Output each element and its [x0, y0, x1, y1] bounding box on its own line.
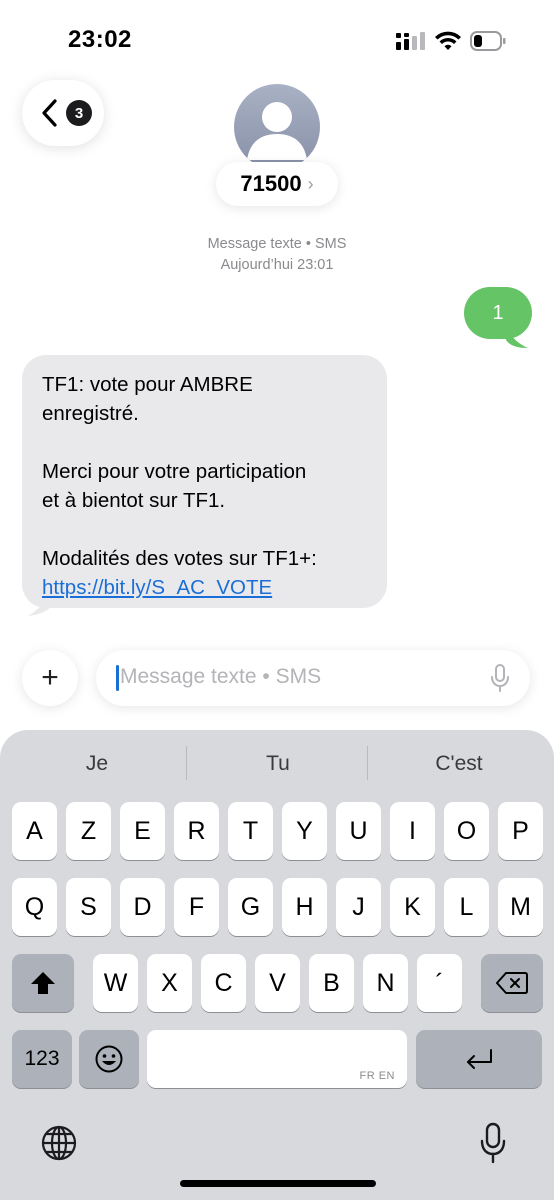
- chevron-right-icon: ›: [307, 173, 314, 194]
- message-line: et à bientot sur TF1.: [42, 489, 226, 512]
- key[interactable]: A: [12, 802, 57, 860]
- conversation-service-label: Message texte • SMS: [207, 236, 347, 252]
- text-caret: [116, 665, 119, 691]
- contact-name: 71500: [240, 171, 302, 196]
- unread-count-badge: 3: [66, 100, 92, 126]
- key[interactable]: W: [93, 954, 138, 1012]
- battery-icon: [470, 31, 506, 51]
- vote-link[interactable]: https://bit.ly/S_AC_VOTE: [42, 576, 272, 599]
- shift-icon: [31, 972, 55, 994]
- home-indicator[interactable]: [180, 1180, 376, 1187]
- back-button[interactable]: 3: [22, 80, 104, 146]
- key[interactable]: M: [498, 878, 543, 936]
- chevron-left-icon: [42, 99, 57, 127]
- message-line: TF1: vote pour AMBRE: [42, 373, 253, 396]
- key[interactable]: R: [174, 802, 219, 860]
- received-message-bubble[interactable]: TF1: vote pour AMBRE enregistré. Merci p…: [22, 355, 387, 608]
- key[interactable]: G: [228, 878, 273, 936]
- message-line: enregistré.: [42, 402, 139, 425]
- key[interactable]: D: [120, 878, 165, 936]
- key[interactable]: V: [255, 954, 300, 1012]
- key[interactable]: Q: [12, 878, 57, 936]
- shift-key[interactable]: [12, 954, 74, 1012]
- key[interactable]: J: [336, 878, 381, 936]
- key[interactable]: U: [336, 802, 381, 860]
- key[interactable]: I: [390, 802, 435, 860]
- message-line: Modalités des votes sur TF1+:: [42, 547, 317, 570]
- delete-key[interactable]: [481, 954, 543, 1012]
- globe-icon[interactable]: [40, 1124, 78, 1162]
- person-silhouette-icon: [247, 102, 307, 160]
- emoji-key[interactable]: [79, 1030, 139, 1088]
- key[interactable]: P: [498, 802, 543, 860]
- key[interactable]: Y: [282, 802, 327, 860]
- cellular-signal-icon: [396, 32, 425, 50]
- key[interactable]: L: [444, 878, 489, 936]
- message-input-placeholder: Message texte • SMS: [120, 665, 322, 688]
- key[interactable]: S: [66, 878, 111, 936]
- sent-message-bubble[interactable]: 1: [464, 287, 532, 339]
- return-icon: [467, 1049, 492, 1069]
- suggestion-3[interactable]: C'est: [367, 752, 551, 776]
- contact-name-button[interactable]: 71500 ›: [216, 162, 338, 206]
- message-line: Merci pour votre participation: [42, 460, 307, 483]
- return-key[interactable]: [416, 1030, 542, 1088]
- suggestion-1[interactable]: Je: [5, 752, 189, 776]
- key[interactable]: O: [444, 802, 489, 860]
- key[interactable]: X: [147, 954, 192, 1012]
- accent-key[interactable]: ´: [417, 954, 462, 1012]
- key[interactable]: F: [174, 878, 219, 936]
- wifi-icon: [435, 31, 461, 50]
- keyboard: Je Tu C'est A Z E R T Y U I O P Q S D F …: [0, 730, 554, 1200]
- key[interactable]: T: [228, 802, 273, 860]
- emoji-icon: [95, 1045, 123, 1073]
- key[interactable]: H: [282, 878, 327, 936]
- delete-icon: [496, 972, 528, 994]
- key[interactable]: Z: [66, 802, 111, 860]
- suggestion-2[interactable]: Tu: [186, 752, 370, 776]
- keyboard-language-label: FR EN: [359, 1070, 395, 1082]
- numbers-key[interactable]: 123: [12, 1030, 72, 1088]
- dictation-mic-icon[interactable]: [490, 664, 510, 692]
- key[interactable]: E: [120, 802, 165, 860]
- key[interactable]: B: [309, 954, 354, 1012]
- key[interactable]: K: [390, 878, 435, 936]
- space-key[interactable]: FR EN: [147, 1030, 407, 1088]
- key[interactable]: C: [201, 954, 246, 1012]
- status-time: 23:02: [68, 26, 132, 53]
- contact-avatar[interactable]: [234, 84, 320, 170]
- add-attachment-button[interactable]: +: [22, 650, 78, 706]
- message-input[interactable]: Message texte • SMS: [96, 650, 530, 706]
- key[interactable]: N: [363, 954, 408, 1012]
- conversation-timestamp: Aujourd’hui 23:01: [220, 257, 334, 273]
- dictation-mic-icon[interactable]: [480, 1122, 506, 1164]
